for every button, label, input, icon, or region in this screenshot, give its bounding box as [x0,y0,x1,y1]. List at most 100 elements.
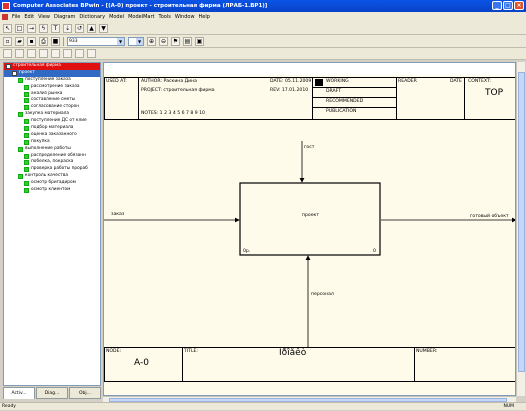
print-icon[interactable]: ⎙ [39,36,48,46]
tree-item[interactable]: поступление ДС от клие [4,118,100,125]
scroll-thumb[interactable] [518,72,525,372]
diagram-canvas[interactable]: USED AT: AUTHOR: Раскина Дина PROJECT: с… [104,75,515,395]
activity-node-icon [24,125,29,131]
input-label[interactable]: заказ [111,212,124,217]
frame-line [104,347,105,381]
model-node-icon [6,63,11,69]
tree-item[interactable]: выполнение работы [4,146,100,153]
menu-dictionary[interactable]: Dictionary [79,14,105,20]
tree-item[interactable]: оценка заказанного [4,132,100,139]
font-combo-value: 933 [69,38,78,44]
zoom-in-icon[interactable]: ⊕ [147,36,156,46]
tool-icon[interactable] [39,49,48,58]
tree-item[interactable]: проверка работы прораб [4,166,100,173]
separator [63,36,64,46]
explorer-tabs: Activ... Diag... Obj... [3,387,101,399]
model-mart-icon[interactable]: ▣ [195,36,204,46]
tab-objects-label: Obj... [79,390,91,396]
go-up-icon[interactable]: ▲ [87,23,96,33]
activity-node-icon [24,119,29,125]
tree-item[interactable]: осмотр клиентом [4,187,100,194]
menu-view[interactable]: View [38,14,50,20]
tree-item[interactable]: составление сметы [4,97,100,104]
tree-item[interactable]: рассмотрение заказа [4,84,100,91]
tree-item[interactable]: поступление заказа [4,77,100,84]
tab-activities[interactable]: Activ... [3,387,35,399]
tool-icon[interactable] [75,49,84,58]
model-node-icon [12,70,17,76]
menu-edit[interactable]: Edit [24,14,34,20]
squiggle-tool-icon[interactable]: ϟ [39,23,48,33]
text-tool-icon[interactable]: T [51,23,60,33]
tree-item[interactable]: анализ рынка [4,91,100,98]
activity-number: 0 [373,249,376,254]
menu-modelmart[interactable]: ModelMart [128,14,154,20]
maximize-button[interactable]: □ [503,1,513,10]
frame-line [104,347,515,348]
activity-node-icon [18,146,23,152]
tree-item[interactable]: осмотр бригадиром [4,180,100,187]
tool-icon[interactable] [87,49,96,58]
tab-objects[interactable]: Obj... [69,387,101,399]
tree-item[interactable]: строительная фирма [4,63,100,70]
menu-help[interactable]: Help [199,14,210,20]
tool-icon[interactable] [51,49,60,58]
tab-diagrams[interactable]: Diag... [36,387,68,399]
color-icon[interactable]: ■ [51,36,60,46]
minimize-button[interactable]: _ [492,1,502,10]
tool-icon[interactable] [15,49,24,58]
activity-node-icon [18,112,23,118]
report-icon[interactable]: ▤ [183,36,192,46]
pointer-icon[interactable]: ↖ [3,23,12,33]
control-label[interactable]: гост [304,145,314,150]
mechanism-label[interactable]: персонал [311,292,334,297]
close-button[interactable]: × [514,1,524,10]
frame-line [414,347,415,381]
model-explorer-tree[interactable]: строительная фирма проект поступление зака… [3,62,101,386]
tool-icon[interactable] [3,49,12,58]
menu-bar: File Edit View Diagram Dictionary Model … [0,12,526,22]
zoom-combo[interactable]: ▼ [128,36,144,46]
tree-item[interactable]: подбор материала [4,125,100,132]
menu-file[interactable]: File [12,14,20,20]
tree-item-label: покупка [31,138,50,144]
activity-cost: 0р. [243,249,251,254]
chevron-down-icon[interactable]: ▼ [117,37,124,45]
chevron-down-icon[interactable]: ▼ [136,37,143,45]
activity-node-icon [24,84,29,90]
box-tool-icon[interactable]: □ [15,23,24,33]
menu-tools[interactable]: Tools [158,14,170,20]
tree-item[interactable]: покупка [4,139,100,146]
tree-item[interactable]: согласование сторон [4,104,100,111]
tree-item-label: составление сметы [31,97,76,103]
tool-icon[interactable] [27,49,36,58]
model-explorer-icon[interactable]: ⚑ [171,36,180,46]
window-title: Computer Associates BPwin - [(A-0) проек… [13,3,268,9]
menu-window[interactable]: Window [175,14,195,20]
undo-icon[interactable]: ↺ [75,23,84,33]
arrow-tool-icon[interactable]: → [27,23,36,33]
tool-icon[interactable] [63,49,72,58]
tree-item-label: оценка заказанного [31,131,77,137]
activity-box[interactable] [239,182,381,256]
activity-name: проект [302,213,320,218]
zoom-out-icon[interactable]: ⊖ [159,36,168,46]
menu-diagram[interactable]: Diagram [54,14,75,20]
save-icon[interactable]: ▪ [27,36,36,46]
tree-item[interactable]: проект [4,69,100,77]
go-down-icon[interactable]: ▼ [99,23,108,33]
vertical-scrollbar[interactable] [516,62,525,396]
new-icon[interactable]: ▫ [3,36,12,46]
tree-item-label: проект [19,69,35,75]
decompose-icon[interactable]: ⇣ [63,23,72,33]
output-label[interactable]: готовый объект [470,214,509,219]
title-label: TITLE: [184,349,198,354]
title-bar: Computer Associates BPwin - [(A-0) проек… [0,0,526,12]
activity-node-icon [24,187,29,193]
font-combo[interactable]: 933 ▼ [67,36,125,46]
document-icon [2,14,8,20]
menu-model[interactable]: Model [109,14,124,20]
activity-node-icon [24,160,29,166]
open-icon[interactable]: ▰ [15,36,24,46]
tab-diagrams-label: Diag... [44,390,60,396]
